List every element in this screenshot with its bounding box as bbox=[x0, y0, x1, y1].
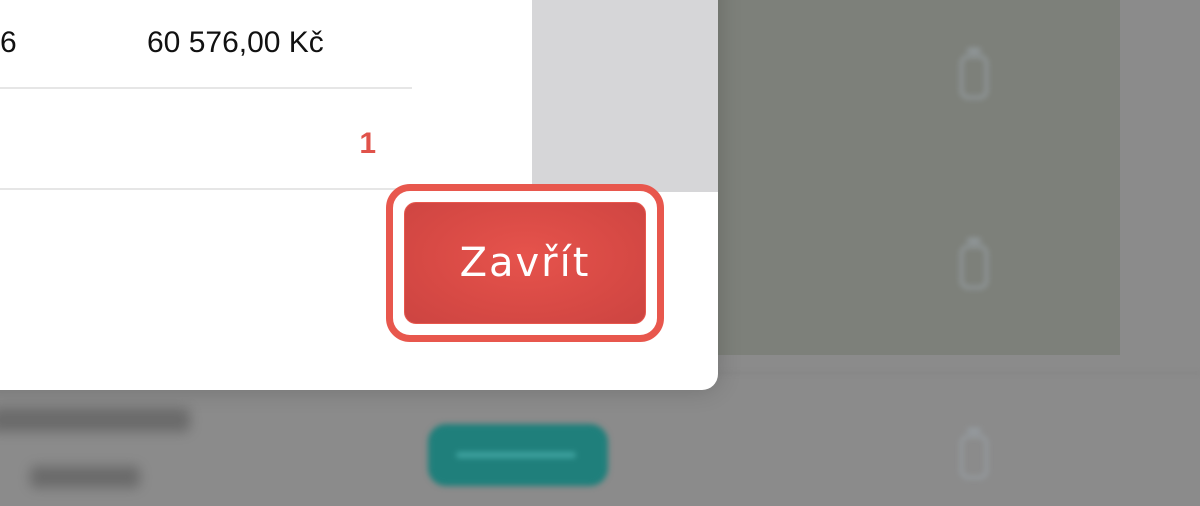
background-date-blurred bbox=[0, 408, 190, 432]
table-cell-amount: 60 576,00 Kč bbox=[147, 26, 324, 59]
trash-icon bbox=[960, 428, 988, 479]
trash-icon bbox=[960, 48, 988, 99]
background-panel bbox=[716, 0, 1120, 355]
close-button[interactable]: Zavřít bbox=[398, 196, 652, 330]
table-cell-quantity: 6 bbox=[0, 26, 17, 59]
table-cell-count: 1 bbox=[359, 127, 376, 160]
table-row-divider bbox=[0, 87, 412, 89]
summary-table: 6 60 576,00 Kč 1 bbox=[0, 0, 532, 192]
background-time-blurred bbox=[30, 466, 140, 488]
trash-icon bbox=[960, 238, 988, 289]
modal-dialog: 6 60 576,00 Kč 1 Zavřít bbox=[0, 0, 718, 390]
background-status-badge bbox=[428, 424, 608, 486]
table-row-divider bbox=[0, 188, 406, 190]
modal-side-panel bbox=[532, 0, 718, 192]
